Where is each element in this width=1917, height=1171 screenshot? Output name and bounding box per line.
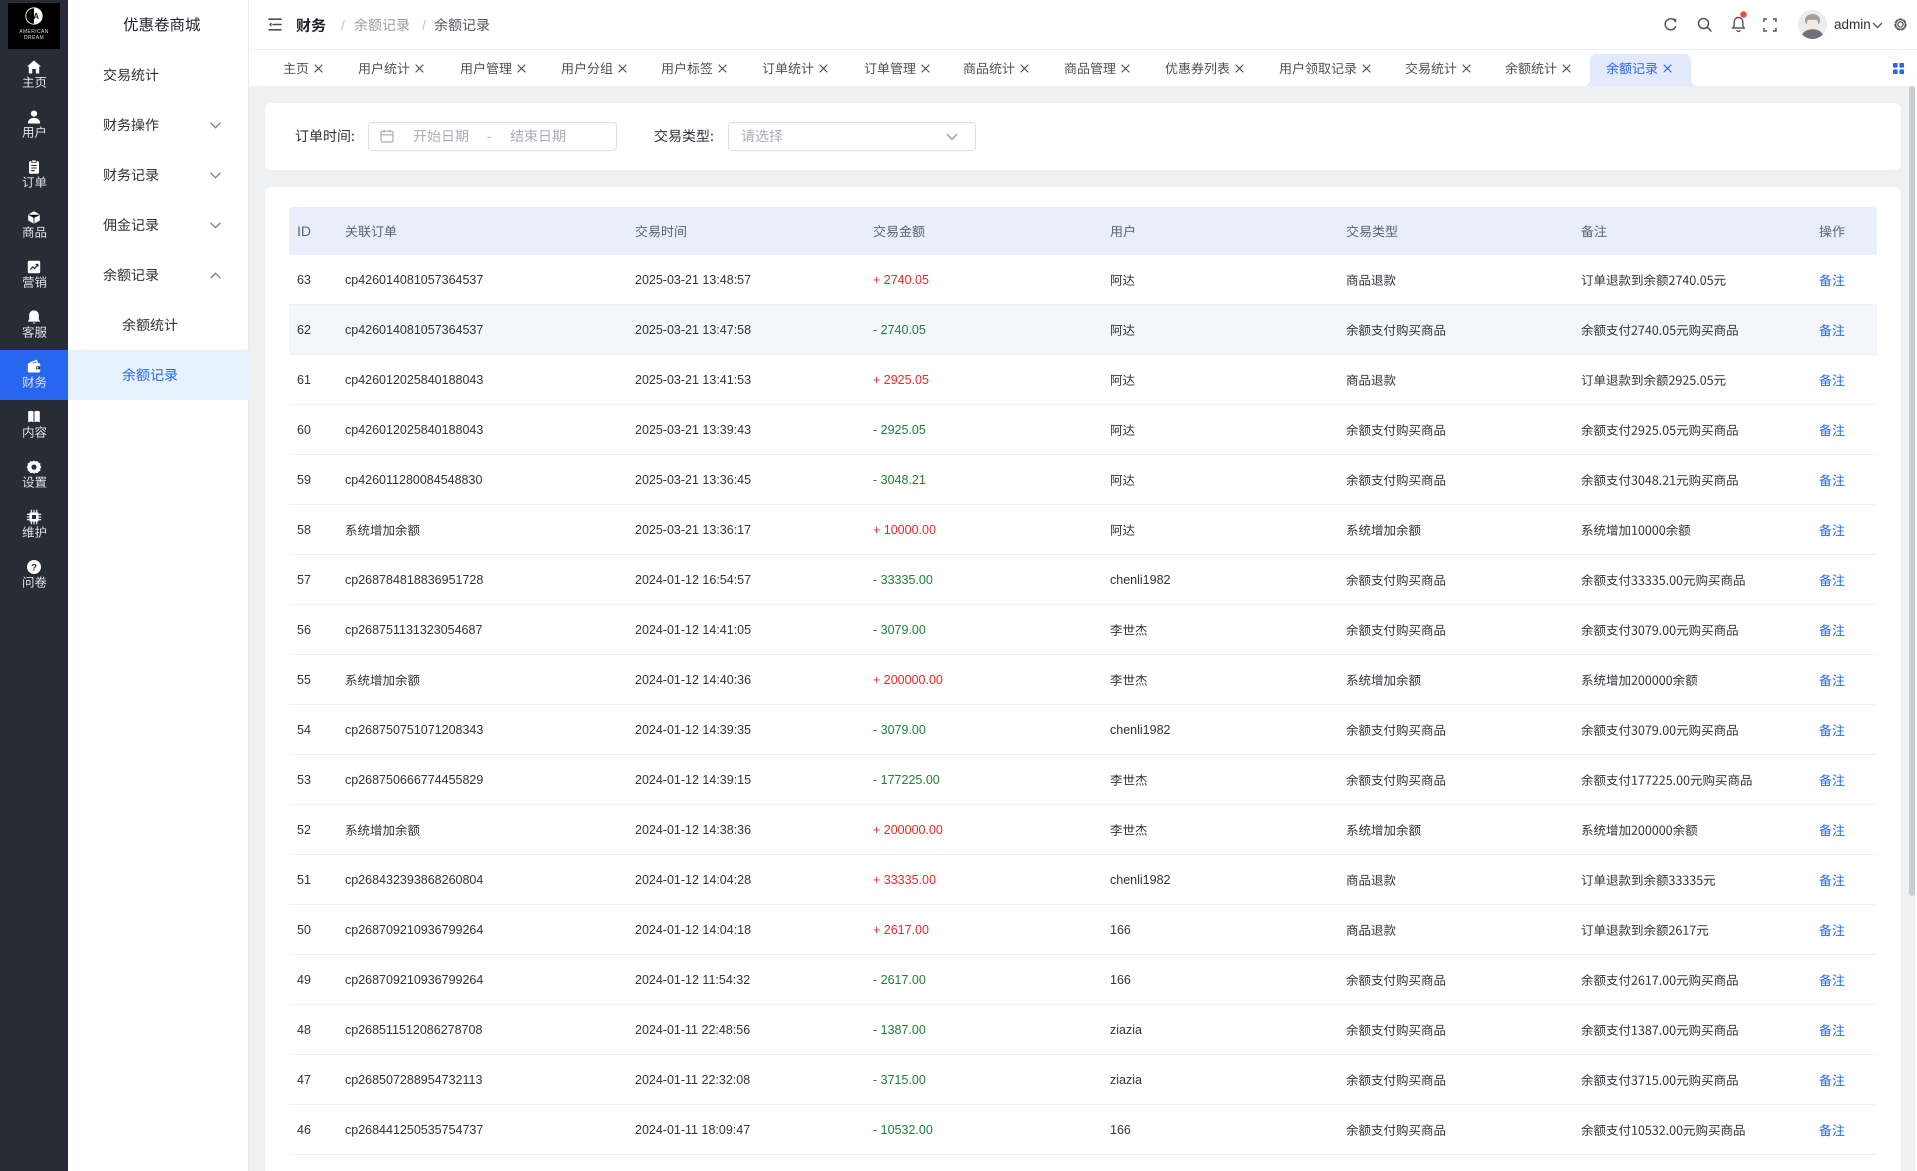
svg-text:A: A [33,12,39,21]
svg-text:?: ? [31,562,37,573]
